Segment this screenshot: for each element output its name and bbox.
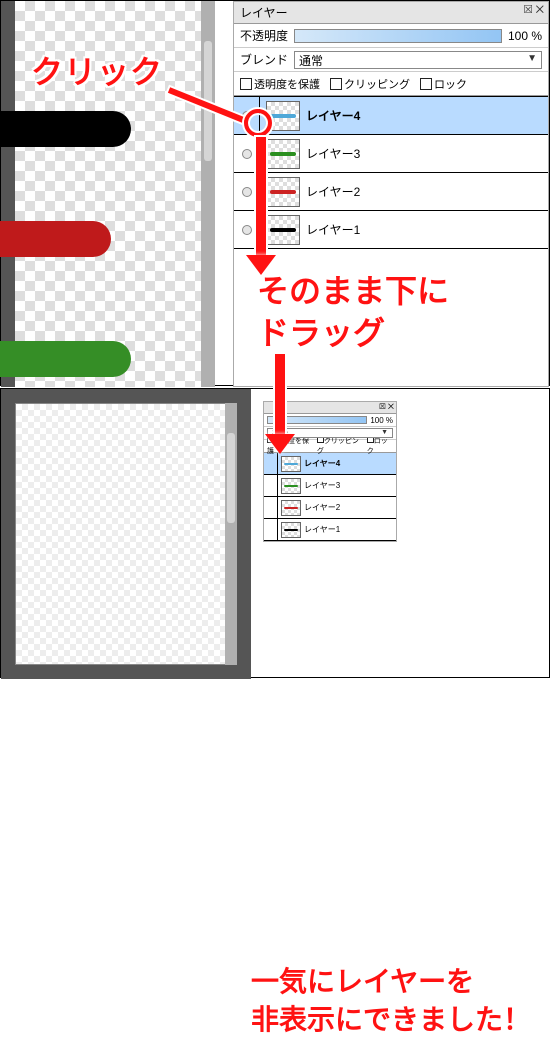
panel-title-bar[interactable]: レイヤー ⮽ ✕ [234,2,548,24]
visibility-toggle[interactable] [264,519,278,540]
opacity-label: 不透明度 [240,27,288,44]
layer-thumbnail [281,500,301,516]
canvas-checker-after[interactable] [15,403,237,665]
canvas-checker[interactable] [15,1,211,387]
blend-row: ブレンド 通常 [234,48,548,72]
panel-dock-icons[interactable]: ⮽ ✕ [379,402,394,412]
layer-name: レイヤー1 [304,524,340,535]
clipping-checkbox[interactable]: クリッピング [330,76,410,92]
panel-title: レイヤー [240,6,288,20]
canvas-area [1,1,215,387]
opacity-value: 100 % [508,29,542,43]
layer-row[interactable]: レイヤー3 [264,475,396,497]
clipping-checkbox[interactable]: クリッピング [317,436,363,456]
layer-thumbnail [281,478,301,494]
vertical-scrollbar[interactable] [225,403,237,665]
tutorial-step-before: レイヤー ⮽ ✕ 不透明度 100 % ブレンド 通常 透明度を保護 クリッピン… [0,0,550,386]
layer-thumbnail [266,177,300,207]
annotation-down-arrow [256,137,266,257]
visibility-dot-icon [242,149,252,159]
layers-list: レイヤー4 レイヤー3 レイヤー2 レイヤー1 [264,453,396,541]
visibility-toggle[interactable] [264,475,278,496]
visibility-dot-icon [242,187,252,197]
layer-name: レイヤー4 [304,458,340,469]
layers-panel: レイヤー ⮽ ✕ 不透明度 100 % ブレンド 通常 透明度を保護 クリッピン… [233,1,549,387]
visibility-dot-icon [242,225,252,235]
stroke-green [0,341,131,377]
layer-row[interactable]: レイヤー1 [234,211,548,249]
layer-row[interactable]: レイヤー2 [264,497,396,519]
layer-name: レイヤー3 [306,145,360,162]
opacity-value: 100 % [370,416,393,425]
layer-thumbnail [266,215,300,245]
layer-name: レイヤー2 [306,183,360,200]
layer-row[interactable]: レイヤー4 [234,97,548,135]
canvas-area-after [1,389,251,679]
layer-thumbnail [266,139,300,169]
layer-name: レイヤー4 [306,107,360,124]
opacity-row: 不透明度 100 % [234,24,548,48]
layer-name: レイヤー3 [304,480,340,491]
opacity-slider[interactable] [294,29,502,43]
blend-label: ブレンド [240,51,288,68]
annotation-result: 一気にレイヤーを 非表示にできました！ [251,963,531,1039]
stroke-black [0,111,131,147]
layer-row[interactable]: レイヤー3 [234,135,548,173]
layer-name: レイヤー1 [306,221,360,238]
layer-row[interactable]: レイヤー4 [264,453,396,475]
vertical-scrollbar[interactable] [201,1,215,387]
lock-checkbox[interactable]: ロック [420,76,467,92]
visibility-toggle[interactable] [264,497,278,518]
annotation-highlight-ring [244,109,272,137]
layer-row[interactable]: レイヤー1 [264,519,396,541]
protect-opacity-checkbox[interactable]: 透明度を保護 [240,76,320,92]
annotation-bridge-arrow [275,354,285,436]
panel-dock-icons[interactable]: ⮽ ✕ [524,4,544,17]
lock-checkbox[interactable]: ロック [367,436,393,456]
visibility-toggle[interactable] [264,453,278,474]
layer-thumbnail [281,456,301,472]
layers-list: レイヤー4 レイヤー3 レイヤー2 レイヤー1 [234,96,548,249]
layer-thumbnail [281,522,301,538]
options-row: 透明度を保護 クリッピング ロック [234,72,548,96]
stroke-red [0,221,111,257]
blend-select[interactable]: 通常 [294,51,542,69]
layer-row[interactable]: レイヤー2 [234,173,548,211]
layer-name: レイヤー2 [304,502,340,513]
